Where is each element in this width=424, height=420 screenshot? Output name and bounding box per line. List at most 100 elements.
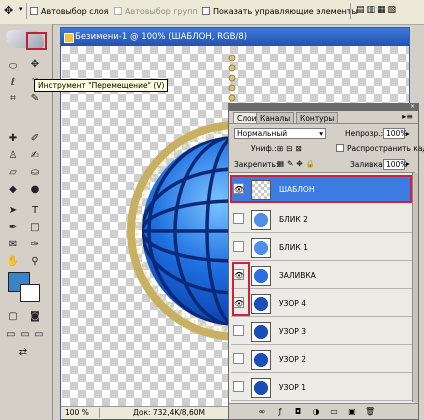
dodge-tool-icon[interactable]: ●	[28, 183, 42, 197]
unify-icons[interactable]: ⊞⊟⊠	[277, 144, 305, 153]
align-icons[interactable]: ▤▥▦▧	[356, 5, 398, 15]
options-bar: ✥ ▾ Автовыбор слоя Автовыбор групп Показ…	[0, 0, 424, 25]
screen-mode-2-icon[interactable]: ▭	[18, 328, 32, 342]
tabs-divider	[229, 123, 418, 124]
standard-mode-icon[interactable]: ▢	[6, 310, 20, 324]
auto-select-groups-checkbox[interactable]	[114, 7, 122, 15]
layer-name: УЗОР 1	[279, 383, 306, 392]
auto-select-layer-checkbox[interactable]	[30, 7, 38, 15]
propagate-frame-label: Распространить кадр 1	[347, 144, 424, 153]
new-layer-icon[interactable]: ▣	[347, 407, 357, 416]
layer-row-uzor-3[interactable]: УЗОР 3	[231, 319, 413, 345]
layer-mask-icon[interactable]: ◘	[293, 407, 303, 416]
visibility-toggle[interactable]	[233, 213, 244, 224]
visibility-toggle[interactable]	[233, 241, 244, 252]
adjustment-layer-icon[interactable]: ◑	[311, 407, 321, 416]
layer-row-uzor-2[interactable]: УЗОР 2	[231, 347, 413, 373]
layer-thumbnail	[251, 378, 271, 398]
options-tool-dropdown-icon[interactable]: ▾	[19, 5, 23, 13]
visibility-toggle[interactable]	[233, 381, 244, 392]
auto-select-layer-label: Автовыбор слоя	[41, 6, 109, 16]
document-size-info[interactable]: Док: 732,4K/8,60M	[133, 407, 205, 419]
delete-layer-icon[interactable]: 🗑	[365, 407, 375, 416]
document-icon	[64, 33, 74, 43]
opacity-field[interactable]: 100%	[383, 128, 407, 139]
layer-name: БЛИК 1	[279, 243, 308, 252]
show-controls-option[interactable]: Показать управляющие элементы	[202, 5, 358, 17]
eraser-tool-icon[interactable]: ▱	[6, 166, 20, 180]
document-title-bar[interactable]: Безимени-1 @ 100% (ШАБЛОН, RGB/8)	[61, 28, 409, 46]
show-controls-checkbox[interactable]	[202, 7, 210, 15]
visibility-toggle[interactable]	[233, 353, 244, 364]
layer-thumbnail	[251, 266, 271, 286]
crop-tool-icon[interactable]: ⌗	[6, 92, 20, 106]
fill-field[interactable]: 100%	[383, 159, 407, 170]
screen-mode-3-icon[interactable]: ▭	[32, 328, 46, 342]
zoom-level[interactable]: 100 %	[65, 407, 89, 419]
visibility-toggle[interactable]	[233, 325, 244, 336]
layer-thumbnail	[251, 294, 271, 314]
panel-title-bar[interactable]: ×	[229, 104, 418, 111]
zoom-tool-icon[interactable]: ⚲	[28, 255, 42, 269]
opacity-slider-arrow-icon[interactable]: ▸	[406, 129, 410, 138]
new-group-icon[interactable]: ▭	[329, 407, 339, 416]
chevron-down-icon: ▾	[319, 129, 323, 138]
auto-select-groups-option[interactable]: Автовыбор групп	[114, 5, 198, 17]
highlight-shablon-row	[230, 175, 412, 203]
layer-name: УЗОР 4	[279, 299, 306, 308]
layer-row-blik-2[interactable]: БЛИК 2	[231, 207, 413, 233]
marquee-tool-icon[interactable]: ⬭	[6, 60, 20, 74]
layer-name: ЗАЛИВКА	[279, 271, 316, 280]
layers-panel-footer: ∞ ƒ ◘ ◑ ▭ ▣ 🗑	[229, 403, 418, 419]
options-tool-icon[interactable]: ✥	[4, 4, 18, 18]
background-color-swatch[interactable]	[20, 284, 40, 302]
panel-menu-icon[interactable]: ▸≡	[402, 112, 413, 121]
path-selection-tool-icon[interactable]: ➤	[6, 204, 20, 218]
layer-row-blik-1[interactable]: БЛИК 1	[231, 235, 413, 261]
history-brush-tool-icon[interactable]: ✍	[28, 149, 42, 163]
layer-row-uzor-1[interactable]: УЗОР 1	[231, 375, 413, 401]
document-title: Безимени-1 @ 100% (ШАБЛОН, RGB/8)	[75, 32, 248, 42]
hand-tool-icon[interactable]: ✋	[6, 255, 20, 269]
brush-tool-icon[interactable]: ✐	[28, 132, 42, 146]
jump-to-imageready-icon[interactable]: ⇄	[16, 346, 30, 360]
shape-tool-icon[interactable]: □	[28, 221, 42, 235]
screen-mode-1-icon[interactable]: ▭	[4, 328, 18, 342]
eyedropper-tool-icon[interactable]: ✑	[28, 238, 42, 252]
status-divider	[99, 408, 100, 418]
toolbar-divider	[26, 3, 27, 19]
layer-thumbnail	[251, 350, 271, 370]
quick-mask-icon[interactable]: ◙	[28, 310, 42, 324]
layer-name: УЗОР 2	[279, 355, 306, 364]
blend-mode-select[interactable]: Нормальный ▾	[234, 128, 326, 139]
opacity-label: Непрозр.:	[345, 129, 384, 138]
blur-tool-icon[interactable]: ◆	[6, 183, 20, 197]
healing-brush-tool-icon[interactable]: ✚	[6, 132, 20, 146]
layers-panel: × Слои Каналы Контуры ▸≡ Нормальный ▾ Не…	[228, 103, 424, 420]
move-tool-highlight	[26, 32, 47, 50]
pen-tool-icon[interactable]: ✒	[6, 221, 20, 235]
layer-style-icon[interactable]: ƒ	[275, 407, 285, 416]
layer-list-scrollbar[interactable]	[412, 173, 418, 402]
layer-row-uzor-4[interactable]: 👁 УЗОР 4	[231, 291, 413, 317]
fill-label: Заливка:	[350, 160, 386, 169]
stamp-tool-icon[interactable]: ♙	[6, 149, 20, 163]
panel-close-icon[interactable]: ×	[410, 104, 416, 110]
propagate-frame-checkbox[interactable]	[336, 144, 344, 152]
show-controls-label: Показать управляющие элементы	[213, 6, 358, 16]
auto-select-layer-option[interactable]: Автовыбор слоя	[30, 5, 108, 17]
paint-bucket-tool-icon[interactable]: ⛀	[28, 166, 42, 180]
link-layers-icon[interactable]: ∞	[257, 407, 267, 416]
lasso-tool-icon[interactable]: ℓ	[6, 76, 20, 90]
slice-tool-icon[interactable]: ✎	[28, 92, 42, 106]
move-tool-tooltip: Инструмент "Перемещение" (V)	[34, 79, 169, 92]
lock-icons[interactable]: ▦✎✥🔒	[277, 159, 318, 168]
layer-list: 👁 ШАБЛОН БЛИК 2 БЛИК 1 👁 ЗАЛИВКА 👁 УЗОР …	[229, 172, 415, 403]
move-tool-icon[interactable]: ✥	[28, 58, 42, 72]
notes-tool-icon[interactable]: ✉	[6, 238, 20, 252]
lock-label: Закрепить:	[234, 160, 279, 169]
layer-row-zalivka[interactable]: 👁 ЗАЛИВКА	[231, 263, 413, 289]
type-tool-icon[interactable]: T	[28, 204, 42, 218]
fill-slider-arrow-icon[interactable]: ▸	[406, 159, 410, 168]
auto-select-groups-label: Автовыбор групп	[125, 6, 198, 16]
